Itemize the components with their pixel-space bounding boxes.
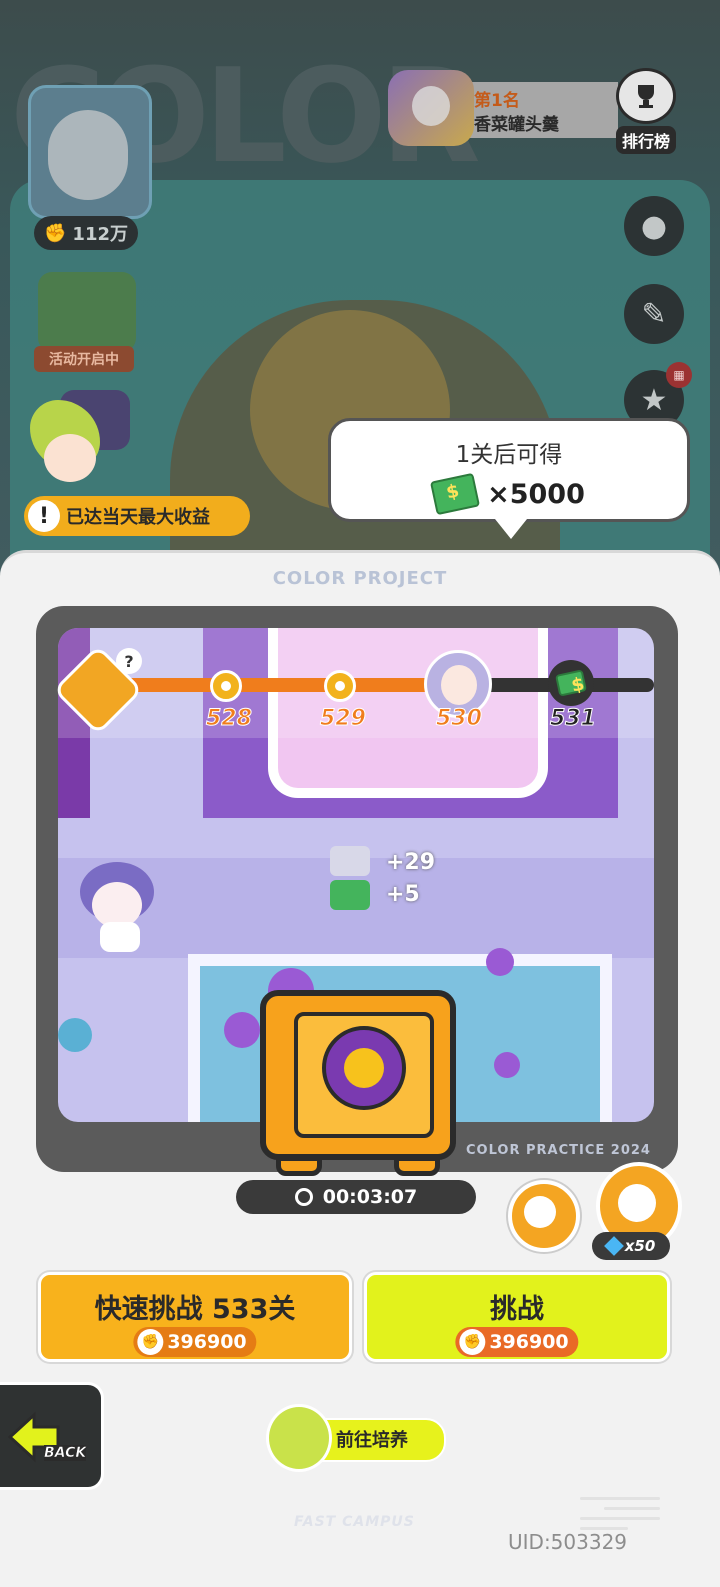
help-icon[interactable]: ? bbox=[116, 648, 142, 674]
trophy-icon bbox=[616, 68, 676, 124]
leaderboard-label: 排行榜 bbox=[615, 126, 676, 154]
star-icon: ★ bbox=[640, 382, 668, 418]
boost-cost-value: x50 bbox=[624, 1237, 656, 1255]
fist-icon: ✊ bbox=[137, 1329, 164, 1355]
fist-icon: ✊ bbox=[44, 222, 67, 244]
challenge-button[interactable]: 挑战 ✊ 396900 bbox=[364, 1272, 670, 1362]
event-label: 活动开启中 bbox=[34, 346, 134, 372]
boost-cost: x50 bbox=[592, 1232, 670, 1260]
challenge-cost: ✊ 396900 bbox=[455, 1327, 579, 1357]
side-menu-button-1[interactable]: ● bbox=[624, 196, 684, 256]
level-label: 529 bbox=[320, 706, 367, 732]
diamond-icon bbox=[603, 1236, 624, 1256]
paint-tube-icon bbox=[330, 846, 370, 876]
countdown-timer: 00:03:07 bbox=[236, 1180, 476, 1214]
level-node-529 bbox=[324, 670, 356, 702]
clock-icon bbox=[294, 1188, 313, 1206]
character-icon bbox=[266, 1404, 332, 1472]
quick-challenge-cost: ✊ 396900 bbox=[133, 1327, 257, 1357]
rank-player-name: 香菜罐头羹 bbox=[474, 115, 559, 135]
back-button[interactable]: BACK bbox=[0, 1382, 104, 1490]
level-label: 531 bbox=[550, 706, 597, 732]
level-node-531 bbox=[548, 660, 594, 706]
leaderboard-button[interactable]: 排行榜 bbox=[608, 68, 684, 154]
reward-tooltip-title: 1关后可得 bbox=[455, 442, 563, 468]
level-progress-fill bbox=[120, 678, 437, 692]
cash-gain: +5 bbox=[386, 882, 420, 907]
cash-icon bbox=[430, 472, 481, 516]
quick-challenge-cost-value: 396900 bbox=[167, 1331, 247, 1353]
power-value: 112万 bbox=[72, 224, 128, 245]
alarm-clock-refresh-button[interactable] bbox=[508, 1180, 580, 1252]
max-income-notice: ! 已达当天最大收益 bbox=[24, 496, 250, 536]
cash-icon bbox=[555, 669, 587, 697]
warning-icon: ! bbox=[28, 500, 60, 532]
user-id: UID:503329 bbox=[508, 1530, 628, 1554]
side-menu-button-2[interactable]: ✎ bbox=[624, 284, 684, 344]
quick-challenge-button[interactable]: 快速挑战 533关 ✊ 396900 bbox=[38, 1272, 352, 1362]
cash-icon bbox=[330, 880, 370, 910]
level-label: 530 bbox=[436, 706, 483, 732]
task-icon: ✎ bbox=[641, 296, 667, 332]
safe-chest[interactable] bbox=[260, 990, 456, 1178]
level-label: 528 bbox=[206, 706, 253, 732]
level-node-528 bbox=[210, 670, 242, 702]
event-button[interactable] bbox=[38, 272, 136, 352]
player-character bbox=[70, 862, 166, 954]
rank-position: 第1名 bbox=[474, 91, 520, 111]
panel-watermark: COLOR PRACTICE 2024 bbox=[466, 1143, 651, 1158]
power-indicator: ✊ 112万 bbox=[34, 216, 138, 250]
max-income-text: 已达当天最大收益 bbox=[66, 507, 210, 528]
quick-challenge-label: 快速挑战 533关 bbox=[94, 1294, 296, 1325]
timer-value: 00:03:07 bbox=[322, 1186, 418, 1208]
mascot-character bbox=[10, 400, 120, 500]
reward-tooltip-amount-row: ×5000 bbox=[331, 472, 687, 516]
footer-watermark: FAST CAMPUS bbox=[294, 1514, 415, 1530]
go-train-label: 前往培养 bbox=[336, 1430, 408, 1451]
paint-gain: +29 bbox=[386, 850, 436, 875]
back-label: BACK bbox=[44, 1445, 87, 1462]
mask-icon: ● bbox=[640, 208, 668, 244]
reward-tooltip: 1关后可得 ×5000 bbox=[328, 418, 690, 539]
panel-header: COLOR PROJECT bbox=[272, 568, 448, 589]
challenge-label: 挑战 bbox=[490, 1294, 544, 1325]
fist-icon: ✊ bbox=[459, 1329, 486, 1355]
reward-amount: ×5000 bbox=[487, 478, 585, 510]
rank-emblem-icon bbox=[388, 70, 474, 146]
notification-badge: ▦ bbox=[666, 362, 692, 388]
avatar-portrait bbox=[48, 110, 128, 200]
go-train-button[interactable]: 前往培养 bbox=[266, 1404, 446, 1472]
challenge-cost-value: 396900 bbox=[489, 1331, 569, 1353]
